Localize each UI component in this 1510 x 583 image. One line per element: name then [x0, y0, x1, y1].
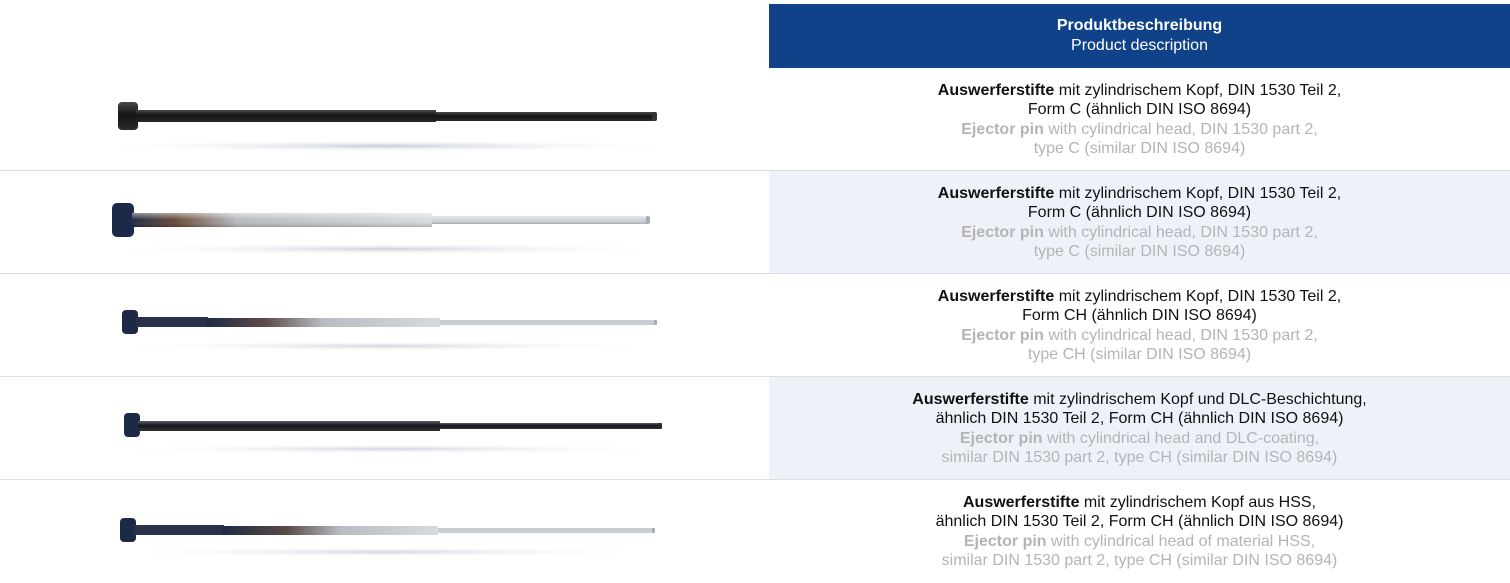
table-row: Auswerferstifte mit zylindrischem Kopf, … — [0, 171, 1510, 274]
de-bold: Auswerferstifte — [937, 184, 1055, 202]
ejector-pin-icon — [105, 310, 665, 351]
product-image-ejector-pin-silver — [0, 171, 769, 274]
de-bold: Auswerferstifte — [937, 287, 1055, 305]
de-bold: Auswerferstifte — [962, 493, 1080, 511]
product-description: Auswerferstifte mit zylindrischem Kopf, … — [769, 171, 1510, 274]
en-line2: type CH (similar DIN ISO 8694) — [1027, 346, 1252, 363]
product-image-ejector-pin-black — [0, 68, 769, 171]
product-image-ejector-pin-hss — [0, 480, 769, 583]
en-bold: Ejector pin — [963, 532, 1047, 550]
de-line2: Form CH (ähnlich DIN ISO 8694) — [1022, 307, 1257, 324]
de-line1: mit zylindrischem Kopf und DLC-Beschicht… — [1028, 390, 1367, 408]
ejector-pin-icon — [100, 413, 680, 454]
product-description: Auswerferstifte mit zylindrischem Kopf a… — [769, 480, 1510, 583]
table-row: Auswerferstifte mit zylindrischem Kopf a… — [0, 480, 1510, 583]
en-line2: type C (similar DIN ISO 8694) — [1033, 243, 1246, 260]
product-image-ejector-pin-dlc — [0, 377, 769, 480]
ejector-pin-icon — [105, 518, 665, 557]
de-line1: mit zylindrischem Kopf, DIN 1530 Teil 2, — [1054, 184, 1342, 202]
de-line2: Form C (ähnlich DIN ISO 8694) — [1027, 204, 1252, 221]
product-image-ejector-pin-stepped-silver — [0, 274, 769, 377]
en-line2: similar DIN 1530 part 2, type CH (simila… — [941, 552, 1338, 569]
en-line1: with cylindrical head of material HSS, — [1046, 532, 1316, 550]
table-row: Auswerferstifte mit zylindrischem Kopf u… — [0, 377, 1510, 480]
en-bold: Ejector pin — [959, 429, 1043, 447]
de-line2: ähnlich DIN 1530 Teil 2, Form CH (ähnlic… — [935, 513, 1344, 530]
table-row: Auswerferstifte mit zylindrischem Kopf, … — [0, 274, 1510, 377]
product-description: Auswerferstifte mit zylindrischem Kopf u… — [769, 377, 1510, 480]
product-description: Auswerferstifte mit zylindrischem Kopf, … — [769, 274, 1510, 377]
header-title-de: Produktbeschreibung — [1056, 17, 1223, 34]
table-header: Produktbeschreibung Product description — [769, 4, 1510, 68]
table-row: Auswerferstifte mit zylindrischem Kopf, … — [0, 68, 1510, 171]
en-line1: with cylindrical head and DLC-coating, — [1042, 429, 1320, 447]
ejector-pin-icon — [85, 102, 685, 152]
de-line2: Form C (ähnlich DIN ISO 8694) — [1027, 101, 1252, 118]
en-line1: with cylindrical head, DIN 1530 part 2, — [1043, 223, 1318, 241]
product-description: Auswerferstifte mit zylindrischem Kopf, … — [769, 68, 1510, 171]
de-line1: mit zylindrischem Kopf aus HSS, — [1079, 493, 1316, 511]
en-line2: type C (similar DIN ISO 8694) — [1033, 140, 1246, 157]
de-line1: mit zylindrischem Kopf, DIN 1530 Teil 2, — [1054, 287, 1342, 305]
en-bold: Ejector pin — [961, 120, 1044, 138]
en-bold: Ejector pin — [961, 326, 1044, 344]
en-line1: with cylindrical head, DIN 1530 part 2, — [1043, 120, 1318, 138]
header-title-en: Product description — [1071, 37, 1208, 54]
en-line2: similar DIN 1530 part 2, type CH (simila… — [941, 449, 1338, 466]
de-bold: Auswerferstifte — [912, 390, 1029, 408]
de-line2: ähnlich DIN 1530 Teil 2, Form CH (ähnlic… — [935, 410, 1344, 427]
en-bold: Ejector pin — [961, 223, 1044, 241]
ejector-pin-icon — [95, 203, 675, 255]
de-bold: Auswerferstifte — [937, 81, 1055, 99]
de-line1: mit zylindrischem Kopf, DIN 1530 Teil 2, — [1054, 81, 1342, 99]
en-line1: with cylindrical head, DIN 1530 part 2, — [1043, 326, 1318, 344]
